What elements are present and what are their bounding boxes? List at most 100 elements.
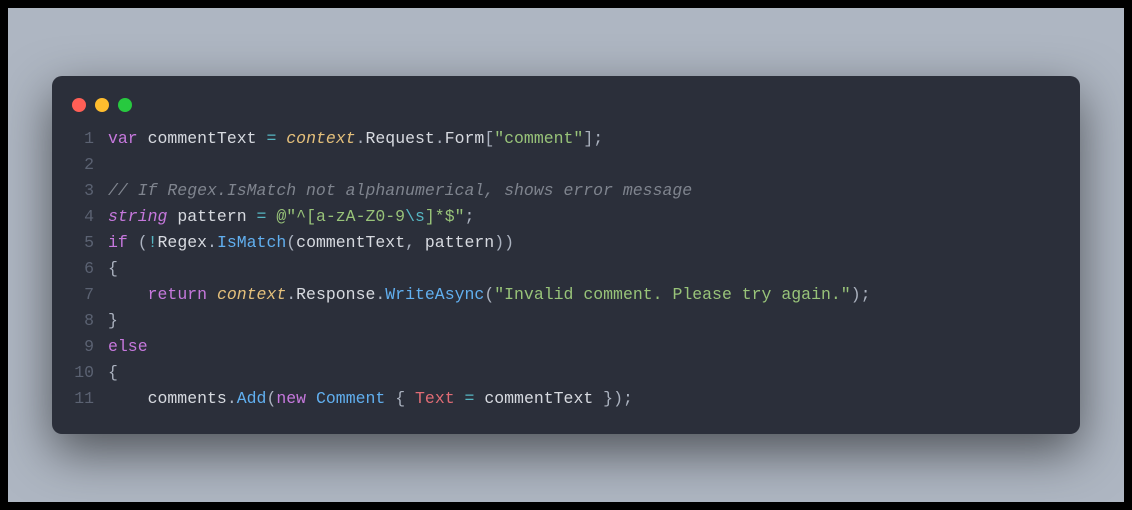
- code-token: (: [286, 233, 296, 252]
- code-line: 2: [74, 152, 1058, 178]
- line-number: 4: [74, 204, 108, 230]
- line-content: {: [108, 256, 118, 282]
- code-line: 10{: [74, 360, 1058, 386]
- code-line: 7 return context.Response.WriteAsync("In…: [74, 282, 1058, 308]
- line-number: 9: [74, 334, 108, 360]
- code-token: });: [603, 389, 633, 408]
- code-token: [385, 389, 395, 408]
- code-token: if: [108, 233, 128, 252]
- code-token: Response: [296, 285, 375, 304]
- code-token: (: [138, 233, 148, 252]
- code-token: [128, 233, 138, 252]
- line-content: {: [108, 360, 118, 386]
- code-line: 1var commentText = context.Request.Form[…: [74, 126, 1058, 152]
- code-token: commentText: [296, 233, 405, 252]
- code-token: Form: [445, 129, 485, 148]
- code-token: context: [217, 285, 286, 304]
- code-line: 9else: [74, 334, 1058, 360]
- code-line: 8}: [74, 308, 1058, 334]
- code-token: [108, 285, 148, 304]
- line-content: // If Regex.IsMatch not alphanumerical, …: [108, 178, 692, 204]
- line-content: if (!Regex.IsMatch(commentText, pattern)…: [108, 230, 514, 256]
- code-token: {: [108, 363, 118, 382]
- code-token: =: [257, 207, 267, 226]
- code-token: @"^[a-zA-Z0-9: [276, 207, 405, 226]
- code-token: [266, 207, 276, 226]
- code-token: commentText: [474, 389, 603, 408]
- code-line: 6{: [74, 256, 1058, 282]
- code-token: Add: [237, 389, 267, 408]
- line-number: 6: [74, 256, 108, 282]
- code-token: Request: [365, 129, 434, 148]
- code-token: [405, 389, 415, 408]
- code-window: 1var commentText = context.Request.Form[…: [52, 76, 1080, 435]
- close-icon[interactable]: [72, 98, 86, 112]
- window-traffic-lights: [52, 94, 1080, 126]
- code-line: 3// If Regex.IsMatch not alphanumerical,…: [74, 178, 1058, 204]
- code-token: string: [108, 207, 167, 226]
- code-token: else: [108, 337, 148, 356]
- code-token: =: [465, 389, 475, 408]
- code-token: )): [494, 233, 514, 252]
- code-token: ]*$": [425, 207, 465, 226]
- code-token: .: [227, 389, 237, 408]
- code-token: pattern: [167, 207, 256, 226]
- code-token: new: [276, 389, 306, 408]
- code-token: ,: [405, 233, 415, 252]
- code-token: // If Regex.IsMatch not alphanumerical, …: [108, 181, 692, 200]
- code-token: Regex: [158, 233, 208, 252]
- line-number: 1: [74, 126, 108, 152]
- code-token: pattern: [415, 233, 494, 252]
- code-token: [: [484, 129, 494, 148]
- line-content: string pattern = @"^[a-zA-Z0-9\s]*$";: [108, 204, 474, 230]
- page-background: 1var commentText = context.Request.Form[…: [8, 8, 1124, 502]
- code-token: [207, 285, 217, 304]
- code-token: !: [148, 233, 158, 252]
- line-number: 3: [74, 178, 108, 204]
- code-token: var: [108, 129, 138, 148]
- code-token: WriteAsync: [385, 285, 484, 304]
- line-content: comments.Add(new Comment { Text = commen…: [108, 386, 633, 412]
- code-token: .: [435, 129, 445, 148]
- code-token: .: [356, 129, 366, 148]
- code-token: (: [266, 389, 276, 408]
- code-token: (: [484, 285, 494, 304]
- code-token: return: [148, 285, 207, 304]
- code-token: .: [286, 285, 296, 304]
- code-token: comments: [108, 389, 227, 408]
- line-content: }: [108, 308, 118, 334]
- code-token: Text: [415, 389, 455, 408]
- zoom-icon[interactable]: [118, 98, 132, 112]
- code-token: .: [375, 285, 385, 304]
- code-token: .: [207, 233, 217, 252]
- line-number: 8: [74, 308, 108, 334]
- minimize-icon[interactable]: [95, 98, 109, 112]
- code-token: [276, 129, 286, 148]
- code-token: "Invalid comment. Please try again.": [494, 285, 850, 304]
- code-token: ;: [465, 207, 475, 226]
- line-content: return context.Response.WriteAsync("Inva…: [108, 282, 871, 308]
- code-token: \s: [405, 207, 425, 226]
- line-content: [108, 152, 118, 178]
- line-number: 11: [74, 386, 108, 412]
- code-line: 4string pattern = @"^[a-zA-Z0-9\s]*$";: [74, 204, 1058, 230]
- code-token: [455, 389, 465, 408]
- code-block: 1var commentText = context.Request.Form[…: [52, 126, 1080, 417]
- line-number: 7: [74, 282, 108, 308]
- code-token: Comment: [316, 389, 385, 408]
- code-token: commentText: [138, 129, 267, 148]
- line-content: var commentText = context.Request.Form["…: [108, 126, 603, 152]
- code-token: {: [108, 259, 118, 278]
- code-token: =: [266, 129, 276, 148]
- code-token: );: [851, 285, 871, 304]
- line-number: 5: [74, 230, 108, 256]
- code-token: context: [286, 129, 355, 148]
- line-content: else: [108, 334, 148, 360]
- code-token: ];: [583, 129, 603, 148]
- code-token: }: [108, 311, 118, 330]
- code-token: IsMatch: [217, 233, 286, 252]
- code-line: 5if (!Regex.IsMatch(commentText, pattern…: [74, 230, 1058, 256]
- code-line: 11 comments.Add(new Comment { Text = com…: [74, 386, 1058, 412]
- line-number: 10: [74, 360, 108, 386]
- code-token: {: [395, 389, 405, 408]
